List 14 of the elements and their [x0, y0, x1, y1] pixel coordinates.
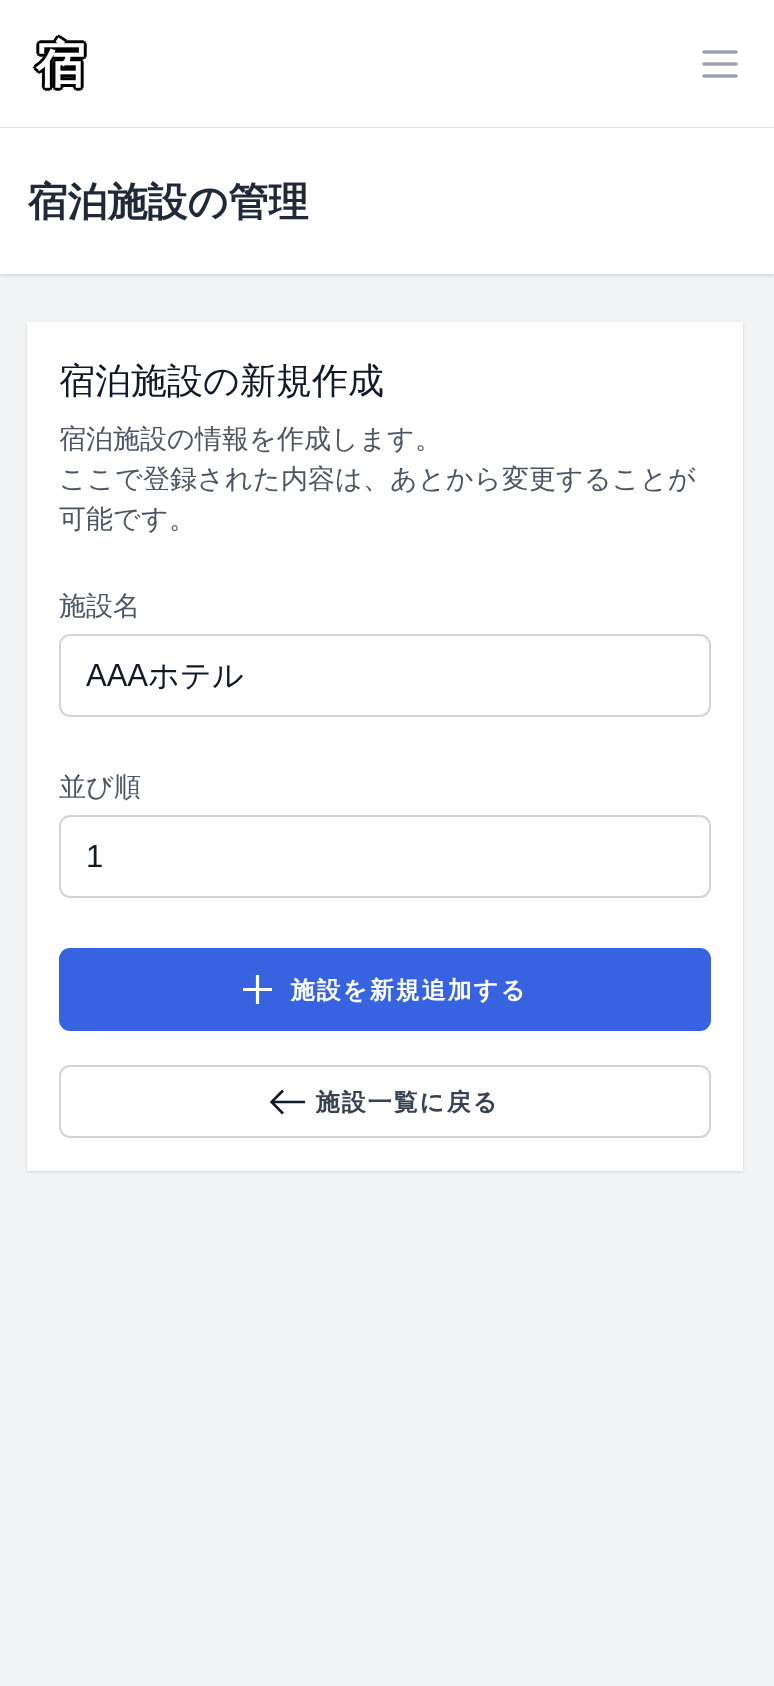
arrow-left-icon: [270, 1088, 306, 1115]
input-field[interactable]: AAAホテル: [59, 634, 711, 717]
card-description: ここで登録された内容は、あとから変更することが可能です。: [59, 463, 697, 536]
back-to-list-button[interactable]: 施設一覧に戻る: [59, 1065, 711, 1138]
field-label: 施設名: [59, 590, 141, 623]
plus-icon: [242, 974, 273, 1005]
menu-button[interactable]: [702, 48, 738, 79]
page-title: 宿泊施設の管理: [28, 178, 309, 225]
add-facility-button[interactable]: 施設を新規追加する: [59, 948, 711, 1031]
card-description: 宿泊施設の情報を作成します。: [59, 423, 443, 456]
card-title: 宿泊施設の新規作成: [59, 360, 385, 403]
field-label: 並び順: [59, 771, 142, 804]
menu-icon: [702, 48, 738, 79]
input-field[interactable]: 1: [59, 815, 711, 898]
